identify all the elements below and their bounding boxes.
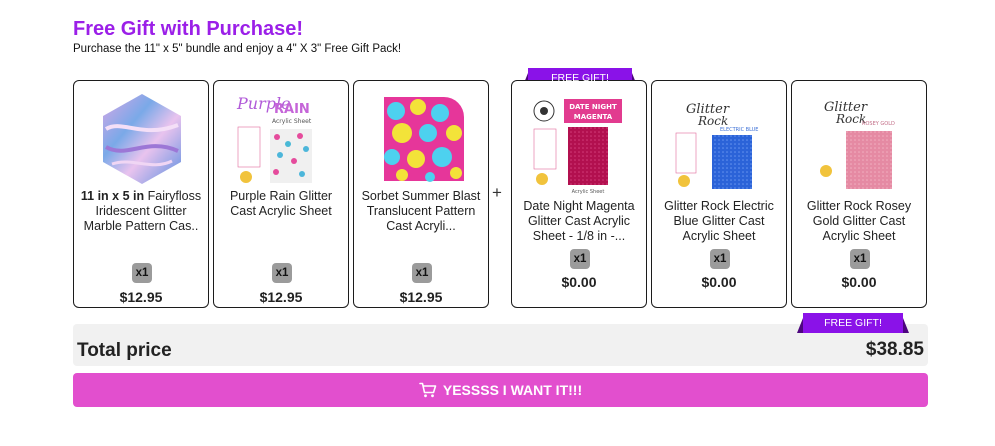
gift-item-card[interactable]: Glitter Rock ELECTRIC BLUE Glitter Rock …	[651, 80, 787, 308]
quantity-badge: x1	[412, 263, 432, 283]
quantity-badge: x1	[272, 263, 292, 283]
svg-text:ELECTRIC BLUE: ELECTRIC BLUE	[720, 127, 758, 133]
svg-text:ROSEY GOLD: ROSEY GOLD	[862, 121, 895, 127]
product-price: $12.95	[119, 289, 163, 305]
product-price: $12.95	[399, 289, 443, 305]
gift-item-card[interactable]: Glitter Rock ROSEY GOLD Glitter Rock Ros…	[791, 80, 927, 308]
add-bundle-button[interactable]: YESSSS I WANT IT!!!	[73, 373, 928, 407]
svg-text:Rock: Rock	[697, 114, 728, 128]
add-bundle-button-label: YESSSS I WANT IT!!!	[442, 382, 583, 398]
bundle-item-card[interactable]: Sorbet Summer Blast Translucent Pattern …	[353, 80, 489, 308]
svg-text:DATE NIGHT: DATE NIGHT	[569, 103, 617, 111]
total-price-label: Total price	[77, 340, 172, 361]
quantity-badge: x1	[850, 249, 870, 269]
product-name: Sorbet Summer Blast Translucent Pattern …	[361, 189, 481, 233]
product-image: Purple RAIN Acrylic Sheet	[236, 94, 312, 183]
quantity-badge: x1	[710, 249, 730, 269]
product-price: $0.00	[561, 274, 597, 290]
product-name: Glitter Rock Electric Blue Glitter Cast …	[664, 199, 774, 243]
total-price-value: $38.85	[865, 339, 924, 360]
product-name: Glitter Rock Rosey Gold Glitter Cast Acr…	[806, 199, 912, 243]
svg-text:Acrylic Sheet: Acrylic Sheet	[572, 189, 605, 195]
product-price: $0.00	[701, 274, 737, 290]
product-image	[103, 94, 181, 184]
svg-text:Acrylic Sheet: Acrylic Sheet	[272, 118, 312, 125]
product-image: Glitter Rock ROSEY GOLD	[820, 100, 895, 189]
product-image: DATE NIGHT MAGENTA Acrylic Sheet	[533, 99, 622, 195]
gift-item-card[interactable]: DATE NIGHT MAGENTA Acrylic Sheet Date Ni…	[511, 80, 647, 308]
svg-text:MAGENTA: MAGENTA	[574, 113, 613, 121]
product-image	[384, 97, 464, 182]
bundle-item-card[interactable]: Purple RAIN Acrylic Sheet Purple Rain Gl…	[213, 80, 349, 308]
page-subtitle: Purchase the 11" x 5" bundle and enjoy a…	[73, 43, 402, 55]
plus-sign: +	[492, 183, 502, 202]
product-price: $12.95	[259, 289, 303, 305]
free-gift-badge: FREE GIFT!	[797, 313, 909, 333]
product-name: Date Night Magenta Glitter Cast Acrylic …	[523, 199, 635, 243]
svg-text:RAIN: RAIN	[274, 102, 310, 117]
product-name: 11 in x 5 in Fairyfloss Iridescent Glitt…	[80, 189, 202, 233]
product-name: Purple Rain Glitter Cast Acrylic Sheet	[229, 189, 333, 218]
quantity-badge: x1	[132, 263, 152, 283]
bundle-item-card[interactable]: 11 in x 5 in Fairyfloss Iridescent Glitt…	[73, 80, 209, 308]
page-title: Free Gift with Purchase!	[73, 18, 304, 40]
product-image: Glitter Rock ELECTRIC BLUE	[675, 102, 758, 189]
product-price: $0.00	[841, 274, 877, 290]
cart-icon	[419, 382, 437, 398]
quantity-badge: x1	[570, 249, 590, 269]
